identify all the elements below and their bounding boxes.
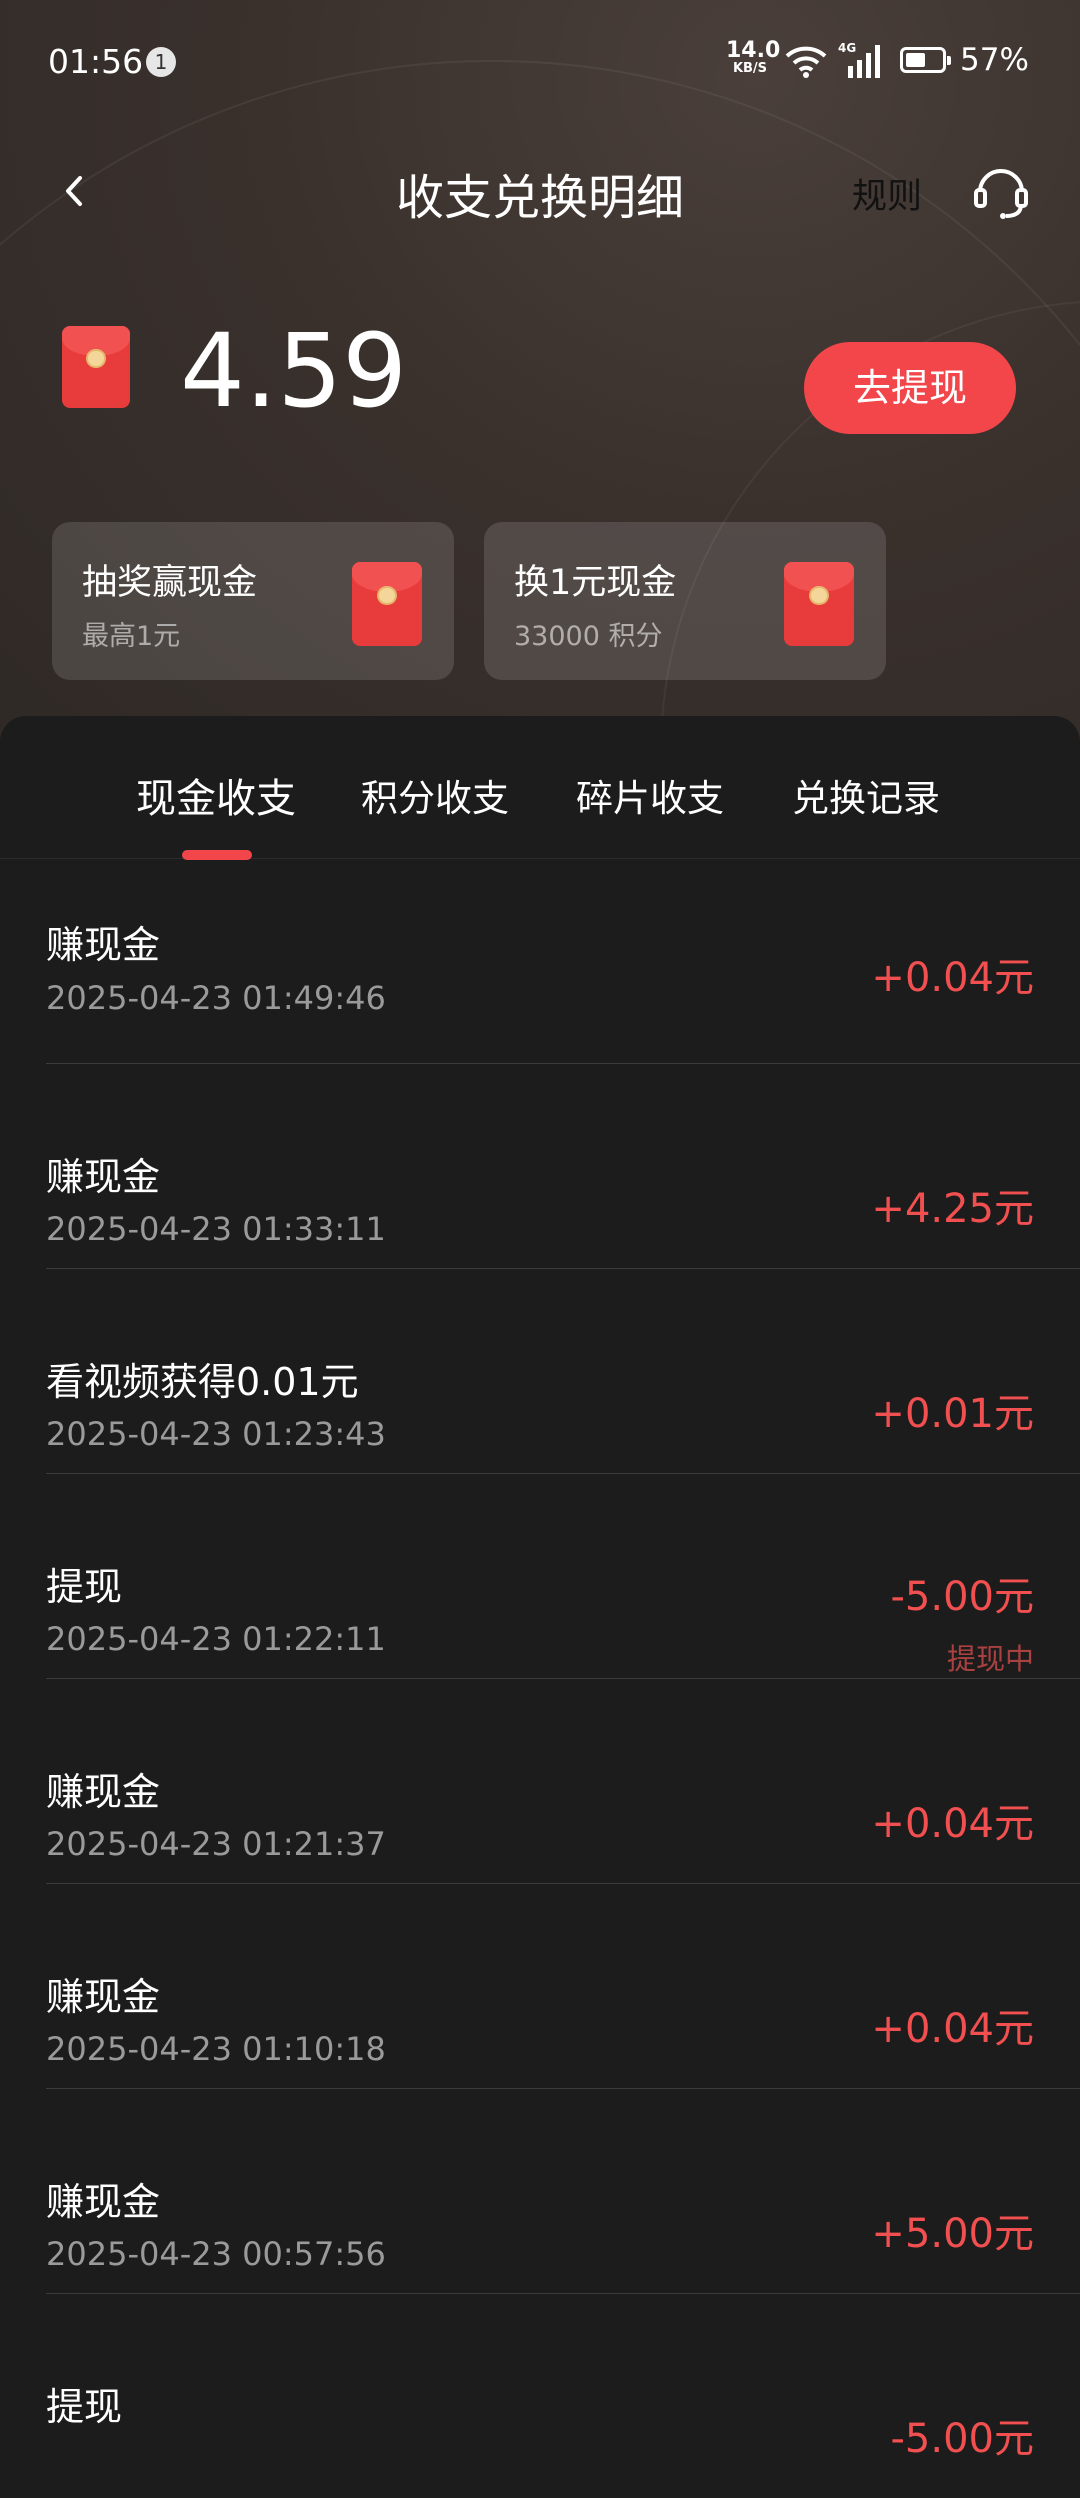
red-envelope-icon bbox=[352, 562, 422, 646]
transaction-amount: -5.00元 bbox=[890, 1574, 1035, 1620]
transaction-time: 2025-04-23 00:57:56 bbox=[46, 2235, 386, 2273]
transaction-time: 2025-04-23 01:22:11 bbox=[46, 1620, 386, 1658]
transaction-title: 赚现金 bbox=[46, 1975, 161, 2019]
lottery-card[interactable]: 抽奖赢现金 最高1元 bbox=[52, 522, 454, 680]
battery-fill bbox=[906, 53, 925, 67]
transaction-title: 看视频获得0.01元 bbox=[46, 1360, 359, 1404]
card-title: 换1元现金 bbox=[514, 563, 677, 603]
transaction-time: 2025-04-23 01:10:18 bbox=[46, 2030, 386, 2068]
tab-exchange-records[interactable]: 兑换记录 bbox=[792, 768, 940, 822]
withdraw-button[interactable]: 去提现 bbox=[804, 342, 1016, 434]
page-header: 收支兑换明细 规则 bbox=[0, 150, 1080, 230]
transaction-amount: -5.00元 bbox=[890, 2416, 1035, 2462]
transaction-time: 2025-04-23 01:23:43 bbox=[46, 1415, 386, 1453]
card-subtitle: 33000 积分 bbox=[514, 621, 663, 652]
details-panel: 现金收支 积分收支 碎片收支 兑换记录 赚现金 2025-04-23 01:49… bbox=[0, 716, 1080, 2462]
tab-bar: 现金收支 积分收支 碎片收支 兑换记录 bbox=[0, 716, 1080, 860]
transaction-amount: +0.04元 bbox=[871, 955, 1034, 1001]
tab-points[interactable]: 积分收支 bbox=[361, 768, 509, 822]
headset-icon[interactable] bbox=[970, 160, 1032, 222]
card-subtitle: 最高1元 bbox=[82, 621, 181, 652]
network-speed: 14.0 KB/S bbox=[726, 38, 781, 76]
tab-cash[interactable]: 现金收支 bbox=[136, 766, 296, 824]
battery-tip bbox=[947, 56, 951, 65]
network-speed-value: 14.0 bbox=[726, 38, 781, 63]
tab-fragments[interactable]: 碎片收支 bbox=[576, 768, 724, 822]
network-speed-unit: KB/S bbox=[732, 61, 768, 76]
clock: 01:56 bbox=[48, 42, 144, 81]
svg-text:4G: 4G bbox=[838, 41, 856, 55]
transaction-row[interactable]: 赚现金 2025-04-23 01:10:18 +0.04元 bbox=[46, 1884, 1080, 2089]
card-title: 抽奖赢现金 bbox=[82, 563, 258, 603]
transaction-time: 2025-04-23 01:21:37 bbox=[46, 1825, 386, 1863]
transaction-amount: +0.01元 bbox=[871, 1391, 1034, 1437]
transaction-title: 赚现金 bbox=[46, 1770, 161, 1814]
red-envelope-icon bbox=[784, 562, 854, 646]
transaction-row[interactable]: 看视频获得0.01元 2025-04-23 01:23:43 +0.01元 bbox=[46, 1269, 1080, 1474]
transaction-list: 赚现金 2025-04-23 01:49:46 +0.04元 赚现金 2025-… bbox=[0, 859, 1080, 2498]
transaction-time: 2025-04-23 01:49:46 bbox=[46, 979, 386, 1017]
battery-percent: 57% bbox=[960, 42, 1029, 78]
notification-badge: 1 bbox=[146, 47, 176, 77]
transaction-amount: +0.04元 bbox=[871, 2006, 1034, 2052]
exchange-cash-card[interactable]: 换1元现金 33000 积分 bbox=[484, 522, 886, 680]
transaction-row[interactable]: 赚现金 2025-04-23 00:57:56 +5.00元 bbox=[46, 2089, 1080, 2294]
transaction-title: 赚现金 bbox=[46, 1155, 161, 1199]
transaction-row[interactable]: 赚现金 2025-04-23 01:33:11 +4.25元 bbox=[46, 1064, 1080, 1269]
balance-amount: 4.59 bbox=[180, 312, 408, 431]
transaction-amount: +0.04元 bbox=[871, 1801, 1034, 1847]
transaction-amount: +4.25元 bbox=[871, 1186, 1034, 1232]
transaction-row[interactable]: 提现 -5.00元 bbox=[46, 2294, 1080, 2498]
transaction-title: 赚现金 bbox=[46, 2180, 161, 2224]
transaction-status: 提现中 bbox=[946, 1642, 1034, 1676]
transaction-time: 2025-04-23 01:33:11 bbox=[46, 1210, 386, 1248]
cellular-signal-icon: 4G bbox=[838, 41, 880, 78]
wifi-icon bbox=[785, 46, 827, 78]
transaction-row[interactable]: 赚现金 2025-04-23 01:21:37 +0.04元 bbox=[46, 1679, 1080, 1884]
transaction-title: 提现 bbox=[46, 1565, 123, 1609]
transaction-row[interactable]: 提现 2025-04-23 01:22:11 -5.00元 提现中 bbox=[46, 1474, 1080, 1679]
transaction-title: 提现 bbox=[46, 2385, 123, 2429]
status-bar: 01:56 1 14.0 KB/S 4G 57% bbox=[0, 0, 1080, 124]
transaction-amount: +5.00元 bbox=[871, 2211, 1034, 2257]
red-envelope-icon bbox=[62, 326, 130, 408]
rules-link[interactable]: 规则 bbox=[852, 168, 922, 219]
transaction-row[interactable]: 赚现金 2025-04-23 01:49:46 +0.04元 bbox=[46, 859, 1080, 1064]
battery-icon bbox=[900, 47, 951, 73]
balance-section: 4.59 去提现 bbox=[0, 312, 1080, 440]
transaction-title: 赚现金 bbox=[46, 923, 161, 967]
